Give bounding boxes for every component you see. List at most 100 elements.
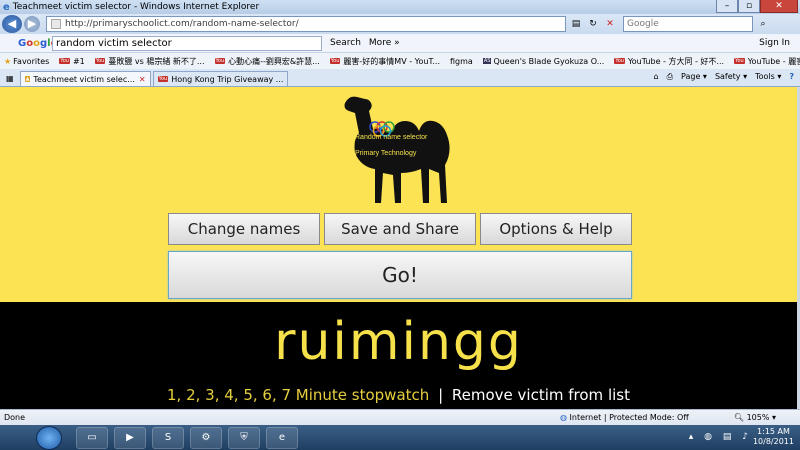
favorite-label: 麗害-好的事情MV - YouT...	[343, 56, 441, 66]
status-bar: Done ◍ Internet | Protected Mode: Off 🔍︎…	[0, 409, 800, 425]
window-title: Teachmeet victim selector - Windows Inte…	[12, 2, 260, 12]
stopwatch-link[interactable]: 1, 2, 3, 4, 5, 6, 7 Minute stopwatch	[167, 386, 429, 404]
safety-menu[interactable]: Safety ▾	[715, 72, 747, 82]
favorites-bar: ★ Favorites You #1 You 蔓敗鹽 vs 楊宗緒 新不了... Y…	[0, 53, 800, 69]
page-favicon-icon: ▲	[24, 76, 31, 82]
favorite-label: YouTube - 方大同 - 好不...	[627, 56, 725, 66]
favorite-item[interactable]: You YouTube - 方大同 - 好不...	[614, 56, 724, 67]
zoom-level: 105%	[746, 413, 770, 422]
favorites-label: Favorites	[13, 56, 50, 66]
footer-links: 1, 2, 3, 4, 5, 6, 7 Minute stopwatch | R…	[0, 386, 797, 404]
network-taskbar-icon[interactable]: ⚙	[190, 426, 222, 449]
google-toolbar: Google random victim selector Search Mor…	[0, 34, 800, 53]
google-search-input[interactable]: random victim selector	[52, 35, 322, 51]
start-button[interactable]	[36, 425, 62, 450]
url-text: http://primaryschoolict.com/random-name-…	[65, 19, 299, 29]
favorite-label: YouTube - 麗害-好的事情...	[747, 56, 800, 66]
system-tray[interactable]: ▴ ◍ ▤ ♪	[689, 432, 752, 442]
security-zone: ◍ Internet | Protected Mode: Off	[560, 413, 689, 422]
minimize-button[interactable]: –	[716, 0, 738, 13]
favorite-label: #1	[72, 56, 85, 66]
favorite-item[interactable]: You 心動心痛--劉興宏&許慧...	[214, 56, 320, 67]
globe-icon: ◍	[560, 413, 567, 422]
skype-taskbar-icon[interactable]: S	[152, 426, 184, 449]
favorite-label: Queen's Blade Gyokuza O...	[493, 56, 605, 66]
taskbar: ▭ ▶ S ⚙ ⛨ e ▴ ◍ ▤ ♪ 1:15 AM 10/8/2011	[0, 425, 800, 450]
media-player-taskbar-icon[interactable]: ▶	[114, 426, 146, 449]
google-logo: Google	[18, 37, 57, 49]
tools-menu[interactable]: Tools ▾	[755, 72, 781, 82]
status-text: Done	[4, 413, 26, 422]
link-separator: |	[438, 386, 444, 404]
sign-in-link[interactable]: Sign In	[759, 38, 790, 48]
youtube-icon: You	[734, 58, 745, 64]
youtube-icon: You	[614, 58, 625, 64]
result-area: ruimingg 1, 2, 3, 4, 5, 6, 7 Minute stop…	[0, 302, 797, 409]
stop-icon[interactable]: ✕	[603, 17, 617, 31]
compatibility-icon[interactable]: ▤	[569, 17, 583, 31]
favorite-label: 心動心痛--劉興宏&許慧...	[228, 56, 320, 66]
camel-logo: Random name selector Primary Technology	[344, 96, 450, 203]
back-button[interactable]: ◀	[2, 15, 22, 33]
magnifier-icon: 🔍︎	[733, 413, 745, 422]
remove-victim-link[interactable]: Remove victim from list	[452, 386, 630, 404]
ie-taskbar-icon[interactable]: e	[266, 426, 298, 449]
favorite-item[interactable]: You 麗害-好的事情MV - YouT...	[329, 56, 441, 67]
camel-line2: Primary Technology	[355, 150, 417, 157]
print-icon[interactable]: ⎙	[667, 72, 673, 82]
options-help-button[interactable]: Options & Help	[480, 213, 632, 245]
tab-label: Hong Kong Trip Giveaway ...	[171, 74, 284, 84]
save-and-share-button[interactable]: Save and Share	[324, 213, 476, 245]
youtube-icon: You	[94, 58, 106, 64]
google-search-button[interactable]: Search	[330, 38, 361, 48]
tab-hong-kong[interactable]: You Hong Kong Trip Giveaway ...	[152, 71, 289, 86]
zone-text: Internet | Protected Mode: Off	[569, 413, 689, 422]
explorer-taskbar-icon[interactable]: ▭	[76, 426, 108, 449]
google-more-button[interactable]: More »	[369, 38, 400, 48]
favorite-item[interactable]: figma	[450, 57, 473, 66]
home-icon[interactable]: ⌂	[654, 72, 659, 82]
page-favicon-icon	[51, 19, 61, 29]
ie-icon: e	[3, 1, 10, 13]
youtube-icon: You	[214, 58, 226, 64]
as-icon: AS	[482, 58, 492, 64]
search-icon[interactable]: ⌕	[756, 17, 770, 31]
page-content: Random name selector Primary Technology …	[0, 87, 797, 409]
url-field[interactable]: http://primaryschoolict.com/random-name-…	[46, 16, 566, 32]
favorites-button[interactable]: ★ Favorites	[4, 57, 49, 66]
clock-date: 10/8/2011	[752, 437, 794, 446]
refresh-icon[interactable]: ↻	[586, 17, 600, 31]
favorite-item[interactable]: AS Queen's Blade Gyokuza O...	[482, 56, 605, 66]
camel-line1: Random name selector	[355, 134, 428, 141]
favorite-item[interactable]: You 蔓敗鹽 vs 楊宗緒 新不了...	[94, 56, 205, 67]
clock[interactable]: 1:15 AM 10/8/2011	[753, 427, 794, 447]
page-menu[interactable]: Page ▾	[681, 72, 707, 82]
header-area: Random name selector Primary Technology …	[0, 87, 797, 302]
help-icon[interactable]: ?	[789, 72, 794, 82]
window-titlebar: e Teachmeet victim selector - Windows In…	[0, 0, 800, 14]
zoom-control[interactable]: 🔍︎ 105% ▾	[734, 413, 776, 422]
search-placeholder: Google	[627, 19, 659, 29]
address-bar: ◀ ▶ http://primaryschoolict.com/random-n…	[0, 14, 800, 34]
youtube-icon: You	[329, 58, 341, 64]
favorite-item[interactable]: YouYouTube - 麗害-好的事情...	[734, 56, 800, 67]
maximize-button[interactable]: ▫	[738, 0, 760, 13]
favorite-label: figma	[450, 56, 473, 66]
clock-time: 1:15 AM	[757, 427, 790, 436]
close-button[interactable]: ✕	[760, 0, 798, 13]
close-tab-icon[interactable]: ✕	[139, 75, 146, 84]
tab-teachmeet[interactable]: ▲ Teachmeet victim selec... ✕	[19, 71, 151, 86]
tab-bar: ▦ ▲ Teachmeet victim selec... ✕ You Hong…	[0, 69, 800, 87]
search-input[interactable]: Google	[623, 16, 753, 32]
star-icon: ★	[4, 56, 12, 66]
youtube-icon: You	[59, 58, 70, 64]
tab-list-icon[interactable]: ▦	[6, 74, 14, 83]
page-favicon-icon: You	[157, 76, 169, 82]
go-button[interactable]: Go!	[168, 251, 632, 299]
selected-name: ruimingg	[274, 312, 523, 372]
tab-label: Teachmeet victim selec...	[33, 74, 135, 84]
shield-taskbar-icon[interactable]: ⛨	[228, 426, 260, 449]
favorite-item[interactable]: You #1	[59, 56, 85, 66]
forward-button[interactable]: ▶	[24, 16, 40, 32]
change-names-button[interactable]: Change names	[168, 213, 320, 245]
